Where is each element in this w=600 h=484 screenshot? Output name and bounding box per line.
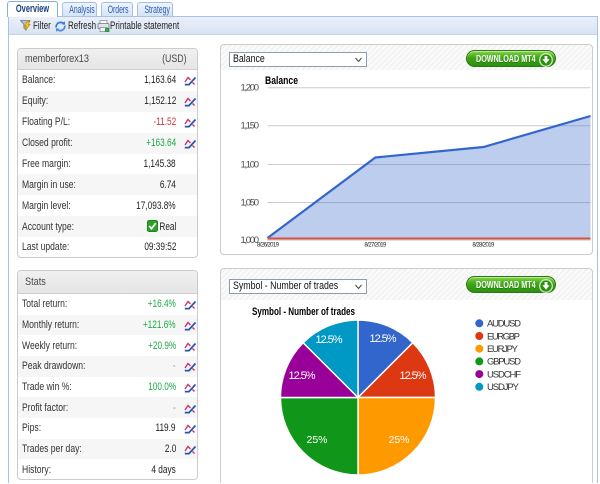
svg-text:USDJPY: USDJPY bbox=[487, 382, 520, 393]
svg-text:25%: 25% bbox=[306, 434, 327, 446]
svg-text:GBPUSD: GBPUSD bbox=[487, 357, 521, 368]
svg-text:EURJPY: EURJPY bbox=[487, 344, 519, 355]
svg-text:12.5%: 12.5% bbox=[370, 333, 397, 345]
svg-text:1,150: 1,150 bbox=[241, 121, 260, 132]
svg-text:8/27/2019: 8/27/2019 bbox=[364, 243, 387, 249]
svg-text:AUDUSD: AUDUSD bbox=[487, 319, 521, 330]
svg-text:1,050: 1,050 bbox=[241, 197, 260, 208]
svg-text:12.5%: 12.5% bbox=[400, 370, 427, 382]
svg-text:EURGBP: EURGBP bbox=[487, 331, 520, 342]
svg-text:25%: 25% bbox=[388, 434, 409, 446]
svg-text:1,100: 1,100 bbox=[241, 159, 260, 170]
svg-text:Balance: Balance bbox=[265, 75, 298, 87]
svg-text:1,200: 1,200 bbox=[241, 83, 260, 94]
svg-text:12.5%: 12.5% bbox=[316, 334, 343, 346]
svg-text:12.5%: 12.5% bbox=[289, 370, 316, 382]
svg-text:8/28/2019: 8/28/2019 bbox=[472, 243, 495, 249]
svg-text:Symbol - Number of trades: Symbol - Number of trades bbox=[252, 306, 355, 318]
svg-text:USDCHF: USDCHF bbox=[487, 369, 521, 380]
svg-text:8/26/2019: 8/26/2019 bbox=[257, 243, 280, 249]
